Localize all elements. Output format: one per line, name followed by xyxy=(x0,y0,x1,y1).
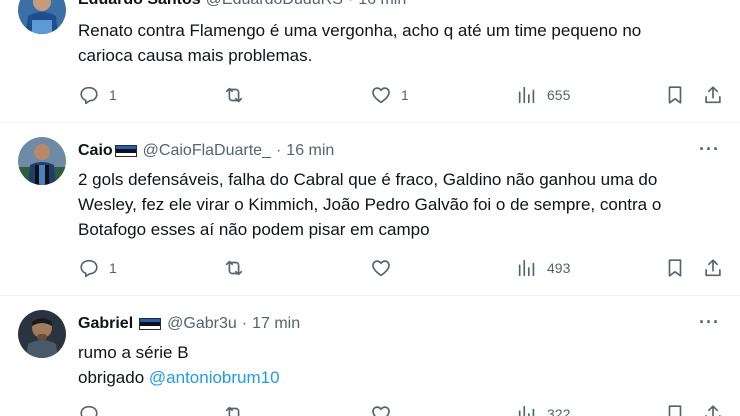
tweet-text: Renato contra Flamengo é uma vergonha, a… xyxy=(78,18,728,68)
retweet-icon xyxy=(225,87,243,103)
timestamp[interactable]: 16 min xyxy=(286,142,334,160)
tweet-text-line: obrigado @antoniobrum10 xyxy=(78,365,728,390)
bookmark-button[interactable] xyxy=(664,84,686,106)
separator: · xyxy=(275,142,282,159)
action-bar: 1 1 655 xyxy=(78,84,728,108)
reply-count: 1 xyxy=(109,260,117,276)
bookmark-icon xyxy=(668,86,682,104)
views-button[interactable]: 655 xyxy=(516,84,570,106)
estonia-flag-icon xyxy=(114,145,137,157)
author-handle[interactable]: @Gabr3u xyxy=(167,315,237,333)
views-button[interactable]: 322 xyxy=(516,403,570,416)
view-count: 493 xyxy=(547,260,571,276)
avatar[interactable] xyxy=(18,0,66,34)
reply-icon xyxy=(80,259,98,278)
tweet-text-fragment: obrigado xyxy=(78,368,145,387)
share-button[interactable] xyxy=(702,257,724,279)
reply-icon xyxy=(80,405,98,416)
more-icon[interactable]: ··· xyxy=(699,312,720,333)
tweet-text-line: Wesley, fez ele virar o Kimmich, João Pe… xyxy=(78,195,662,214)
tweet[interactable]: Gabriel @Gabr3u · 17 min ··· rumo a séri… xyxy=(0,296,740,416)
more-icon[interactable]: ··· xyxy=(699,0,720,9)
retweet-button[interactable] xyxy=(223,257,254,279)
like-count: 1 xyxy=(401,87,409,103)
avatar[interactable] xyxy=(18,310,66,358)
tweet-text-line: Renato contra Flamengo é uma vergonha, a… xyxy=(78,21,642,40)
bookmark-button[interactable] xyxy=(664,403,686,416)
reply-icon xyxy=(80,86,98,105)
view-count: 655 xyxy=(547,87,571,103)
retweet-button[interactable] xyxy=(223,403,254,416)
views-icon xyxy=(518,86,535,104)
share-icon xyxy=(705,259,721,277)
estonia-flag-icon xyxy=(139,318,162,330)
reply-button[interactable]: 1 xyxy=(78,257,117,279)
tweet-text-line: carioca causa mais problemas. xyxy=(78,46,313,65)
like-icon xyxy=(372,260,390,277)
share-icon xyxy=(705,405,721,416)
bookmark-icon xyxy=(668,259,682,277)
avatar[interactable] xyxy=(18,137,66,185)
views-icon xyxy=(518,405,535,416)
mention-link[interactable]: @antoniobrum10 xyxy=(149,368,280,387)
bookmark-icon xyxy=(668,405,682,416)
like-icon xyxy=(372,406,390,416)
view-count: 322 xyxy=(547,406,571,416)
tweet-text-line: rumo a série B xyxy=(78,343,189,362)
share-button[interactable] xyxy=(702,403,724,416)
like-button[interactable] xyxy=(370,403,401,416)
reply-count: 1 xyxy=(109,87,117,103)
separator: · xyxy=(241,315,248,332)
reply-button[interactable]: 1 xyxy=(78,84,117,106)
tweet-text-line: 2 gols defensáveis, falha do Cabral que … xyxy=(78,170,658,189)
author-name[interactable]: Gabriel xyxy=(78,315,133,333)
retweet-button[interactable] xyxy=(223,84,254,106)
retweet-icon xyxy=(225,260,243,276)
author-name[interactable]: Eduardo Santos xyxy=(78,0,201,9)
views-icon xyxy=(518,259,535,277)
views-button[interactable]: 493 xyxy=(516,257,570,279)
timestamp[interactable]: 17 min xyxy=(252,315,300,333)
like-button[interactable]: 1 xyxy=(370,84,409,106)
tweet-text: 2 gols defensáveis, falha do Cabral que … xyxy=(78,167,728,242)
like-button[interactable] xyxy=(370,257,401,279)
author-handle[interactable]: @EduardoDuduRS xyxy=(206,0,343,9)
action-bar: 1 493 xyxy=(78,257,728,281)
timestamp[interactable]: 16 min xyxy=(358,0,406,9)
separator: · xyxy=(348,0,353,9)
reply-button[interactable] xyxy=(78,403,109,416)
tweet[interactable]: Eduardo Santos @EduardoDuduRS · 16 min ·… xyxy=(0,0,740,122)
action-bar: 322 xyxy=(78,403,728,416)
author-name[interactable]: Caio xyxy=(78,142,113,160)
tweet-text-line: Botafogo esses aí não podem pisar em cam… xyxy=(78,220,430,239)
more-icon[interactable]: ··· xyxy=(699,139,720,160)
bookmark-button[interactable] xyxy=(664,257,686,279)
share-button[interactable] xyxy=(702,84,724,106)
tweet-text: rumo a série B obrigado @antoniobrum10 xyxy=(78,340,728,390)
like-icon xyxy=(372,87,390,104)
tweet[interactable]: Caio @CaioFlaDuarte_ · 16 min ··· 2 gols… xyxy=(0,123,740,295)
share-icon xyxy=(705,86,721,104)
retweet-icon xyxy=(225,406,240,416)
author-handle[interactable]: @CaioFlaDuarte_ xyxy=(143,142,271,160)
